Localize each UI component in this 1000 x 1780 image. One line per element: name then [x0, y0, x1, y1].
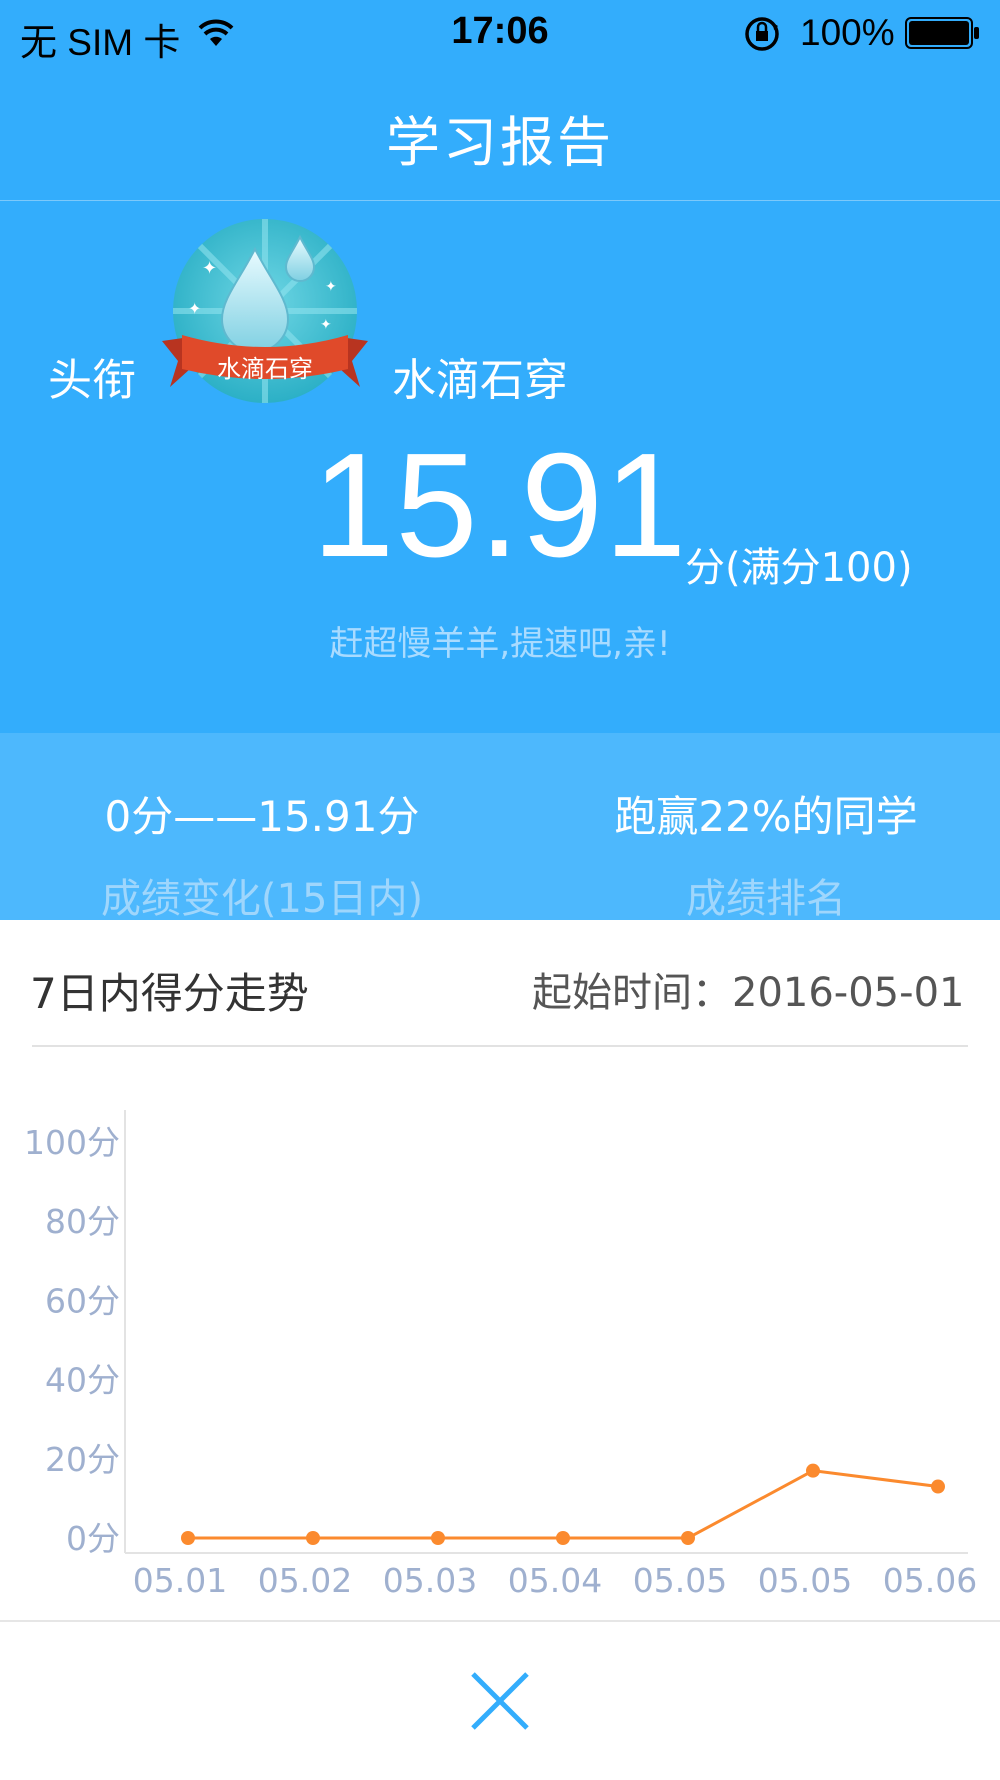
orientation-lock-icon: [745, 17, 779, 51]
title-label: 头衔: [48, 355, 136, 406]
y-tick-label: 100分: [24, 1123, 120, 1162]
y-tick-label: 0分: [66, 1519, 120, 1558]
x-tick-label: 05.02: [258, 1561, 352, 1600]
rank-value: 跑赢22%的同学: [614, 792, 918, 841]
x-tick-label: 05.05: [633, 1561, 727, 1600]
battery-icon: [905, 17, 979, 49]
svg-text:✦: ✦: [325, 279, 337, 295]
data-point: [306, 1531, 320, 1545]
data-point: [931, 1479, 945, 1494]
nav-header: 学习报告: [0, 68, 1000, 201]
study-report-screen: 无 SIM 卡 17:06 100% 学习报告 头衔 ✦ ✦ ✦ ✦ 水滴石穿 …: [0, 0, 1000, 1780]
stats-band: 0分——15.91分 成绩变化(15日内) 跑赢22%的同学 成绩排名: [0, 733, 1000, 922]
y-tick-label: 40分: [45, 1361, 120, 1400]
x-tick-label: 05.06: [883, 1561, 977, 1600]
score-hero: 头衔 ✦ ✦ ✦ ✦ 水滴石穿 水滴石穿 15.91 分(满分100) 赶超慢羊…: [0, 201, 1000, 733]
data-point: [681, 1531, 695, 1545]
x-tick-label: 05.03: [383, 1561, 477, 1600]
series-line: [188, 1469, 939, 1540]
close-icon[interactable]: [465, 1666, 535, 1736]
title-value: 水滴石穿: [392, 355, 568, 406]
data-point: [556, 1531, 570, 1545]
battery-percent: 100%: [800, 12, 895, 53]
y-tick-label: 60分: [45, 1281, 120, 1320]
y-tick-label: 80分: [45, 1202, 120, 1241]
x-tick-label: 05.05: [758, 1561, 852, 1600]
svg-text:✦: ✦: [188, 299, 201, 318]
score-change-stat: 0分——15.91分 成绩变化(15日内): [12, 783, 512, 924]
svg-text:✦: ✦: [202, 258, 217, 279]
trend-card: 7日内得分走势 起始时间：2016-05-01 0分 20分 40分 60分 80分 10…: [0, 920, 1000, 1620]
x-tick-label: 05.01: [133, 1561, 227, 1600]
score-change-label: 成绩变化(15日内): [100, 876, 424, 922]
y-tick-label: 20分: [45, 1440, 120, 1479]
badge-ribbon-text: 水滴石穿: [217, 355, 313, 383]
score-suffix: 分(满分100): [685, 545, 913, 591]
score-trend-chart: 0分 20分 40分 60分 80分 100分 05.01 05.02 05.03 05.04 05…: [24, 1110, 977, 1600]
svg-text:✦: ✦: [320, 317, 332, 333]
encouragement-text: 赶超慢羊羊,提速吧,亲!: [329, 624, 671, 664]
rank-label: 成绩排名: [686, 876, 846, 922]
data-point: [181, 1531, 195, 1545]
x-tick-label: 05.04: [508, 1561, 602, 1600]
status-bar: 无 SIM 卡 17:06 100%: [0, 0, 1000, 68]
page-title: 学习报告: [386, 111, 614, 174]
data-point: [431, 1531, 445, 1545]
score-change-value: 0分——15.91分: [104, 792, 420, 841]
data-point: [806, 1463, 820, 1478]
bottom-bar: [0, 1620, 1000, 1780]
rank-stat: 跑赢22%的同学 成绩排名: [516, 783, 1000, 924]
score-value: 15.91: [312, 423, 688, 588]
